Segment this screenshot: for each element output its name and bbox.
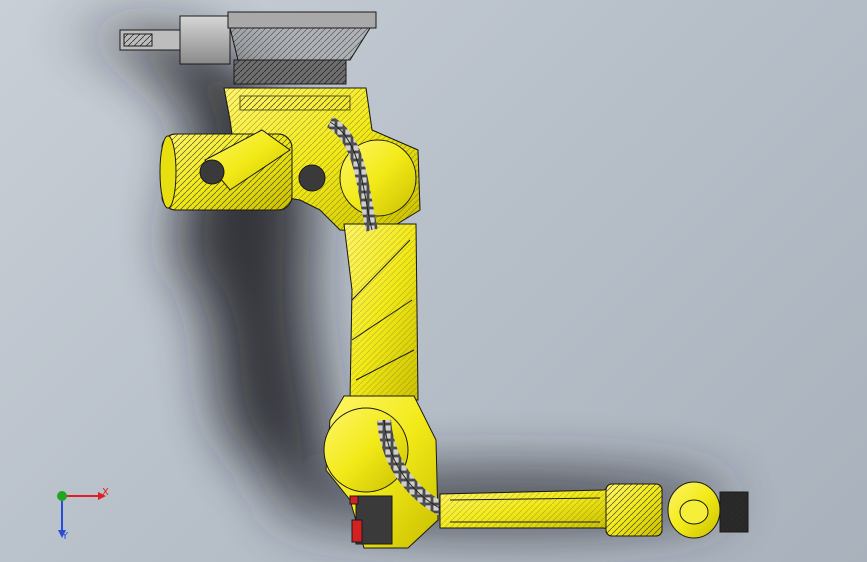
y-axis-label: Y [62, 531, 69, 542]
x-axis-label: X [102, 487, 109, 498]
reference-triad: X Y [40, 478, 120, 548]
robot-model[interactable] [0, 0, 867, 562]
robot-wrist[interactable] [605, 481, 749, 539]
z-axis-marker [57, 491, 67, 501]
robot-elbow[interactable] [323, 395, 439, 549]
robot-upper-arm[interactable] [343, 223, 419, 411]
graphics-viewport[interactable]: X Y [0, 0, 867, 562]
